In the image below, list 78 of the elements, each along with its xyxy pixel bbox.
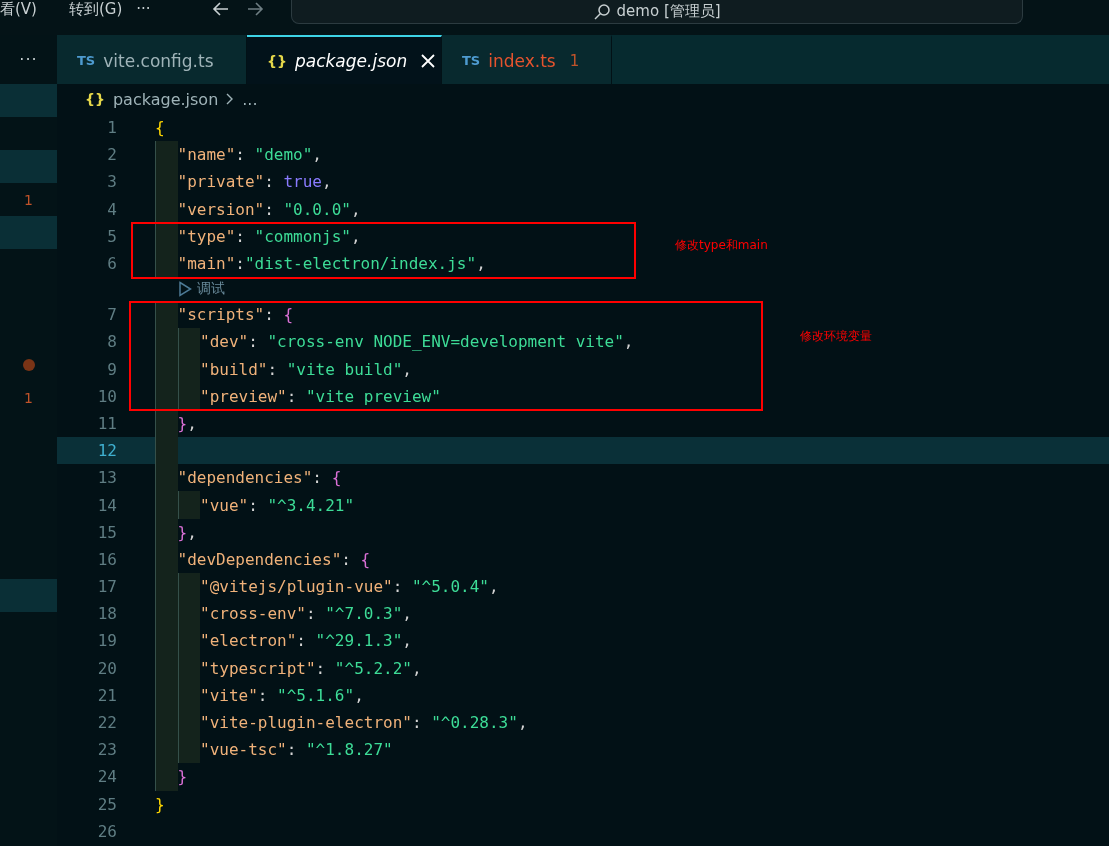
line-number: 9 (106, 359, 117, 379)
code-line: "dependencies": { (155, 464, 342, 492)
code-line: "vue": "^3.4.21" (155, 491, 355, 519)
line-number: 5 (106, 226, 117, 246)
close-icon[interactable] (421, 53, 436, 68)
code-line: } (155, 793, 165, 816)
code-line: "main":"dist-electron/index.js", (155, 249, 486, 278)
annotation-label: 修改type和main (675, 237, 768, 254)
side-panel-row[interactable] (0, 579, 57, 612)
code-line: "devDependencies": { (155, 545, 371, 573)
line-number: 20 (96, 658, 117, 678)
annotation-label: 修改环境变量 (800, 328, 872, 345)
line-number: 1 (106, 118, 117, 138)
debug-codelens[interactable]: 调试 (177, 280, 225, 299)
code-line: "scripts": { (155, 301, 294, 329)
line-number: 11 (96, 413, 117, 433)
braces-icon: {} (85, 91, 105, 107)
line-number: 17 (96, 577, 117, 597)
breadcrumb-item[interactable]: package.json (112, 89, 219, 109)
menu-item[interactable]: ··· (136, 0, 165, 19)
side-panel-row[interactable] (0, 150, 57, 183)
side-panel-row[interactable] (0, 216, 57, 249)
problem-count: 1 (24, 389, 33, 406)
line-number: 15 (96, 522, 117, 542)
line-number: 4 (106, 199, 117, 219)
code-line: "type": "commonjs", (155, 222, 361, 250)
line-number: 26 (96, 821, 117, 841)
more-button[interactable]: ··· (0, 35, 57, 84)
line-number: 8 (106, 332, 117, 352)
line-number: 3 (106, 172, 117, 192)
code-line: "cross-env": "^7.0.3", (155, 600, 412, 628)
chevron-right-icon (226, 93, 235, 105)
problem-count: 1 (569, 51, 580, 70)
line-number: 25 (96, 794, 117, 814)
code-line: { (155, 117, 165, 140)
line-number: 19 (96, 631, 117, 651)
braces-icon: {} (267, 52, 287, 69)
tab-label: vite.config.ts (103, 50, 214, 71)
code-line: } (155, 763, 188, 791)
typescript-icon: TS (77, 53, 96, 68)
menu-item[interactable]: 转到(G) (68, 0, 137, 19)
line-number: 13 (96, 468, 117, 488)
search-icon (592, 2, 611, 21)
line-number: 18 (96, 604, 117, 624)
code-line: "dev": "cross-env NODE_ENV=development vite", (155, 328, 634, 356)
line-number: 21 (96, 685, 117, 705)
code-line: "typescript": "^5.2.2", (155, 654, 422, 682)
search-text: demo [管理员] (616, 2, 721, 21)
typescript-icon: TS (462, 53, 481, 68)
line-number: 7 (106, 305, 117, 325)
code-line: "@vitejs/plugin-vue": "^5.0.4", (155, 573, 499, 601)
code-line: "build": "vite build", (155, 355, 412, 383)
line-number: 14 (96, 495, 117, 515)
code-line: "preview": "vite preview" (155, 382, 441, 410)
code-line: "private": true, (155, 168, 332, 196)
line-number: 22 (96, 713, 117, 733)
menu-item[interactable]: 看(V) (0, 0, 51, 19)
line-number: 23 (96, 740, 117, 760)
line-number: 2 (106, 145, 117, 165)
code-line: "name": "demo", (155, 141, 322, 169)
code-line: "vite": "^5.1.6", (155, 681, 364, 709)
code-line: "version": "0.0.0", (155, 195, 361, 223)
problem-count: 1 (24, 191, 33, 208)
tab-label: index.ts (488, 50, 556, 71)
code-line: "vue-tsc": "^1.8.27" (155, 736, 393, 764)
line-number: 6 (106, 254, 117, 274)
code-line: "electron": "^29.1.3", (155, 627, 412, 655)
line-number: 12 (96, 441, 117, 461)
tab-label: package.json (294, 50, 408, 71)
code-line: "vite-plugin-electron": "^0.28.3", (155, 708, 528, 737)
side-panel-row[interactable] (0, 84, 57, 117)
line-number: 10 (96, 386, 117, 406)
line-number: 16 (96, 549, 117, 569)
editor-tab[interactable]: {} package.json (247, 35, 442, 84)
search-field[interactable]: demo [管理员] (290, 0, 1023, 24)
play-icon (177, 281, 192, 298)
breadcrumb-item[interactable]: ... (242, 89, 258, 109)
line-number: 24 (96, 767, 117, 787)
